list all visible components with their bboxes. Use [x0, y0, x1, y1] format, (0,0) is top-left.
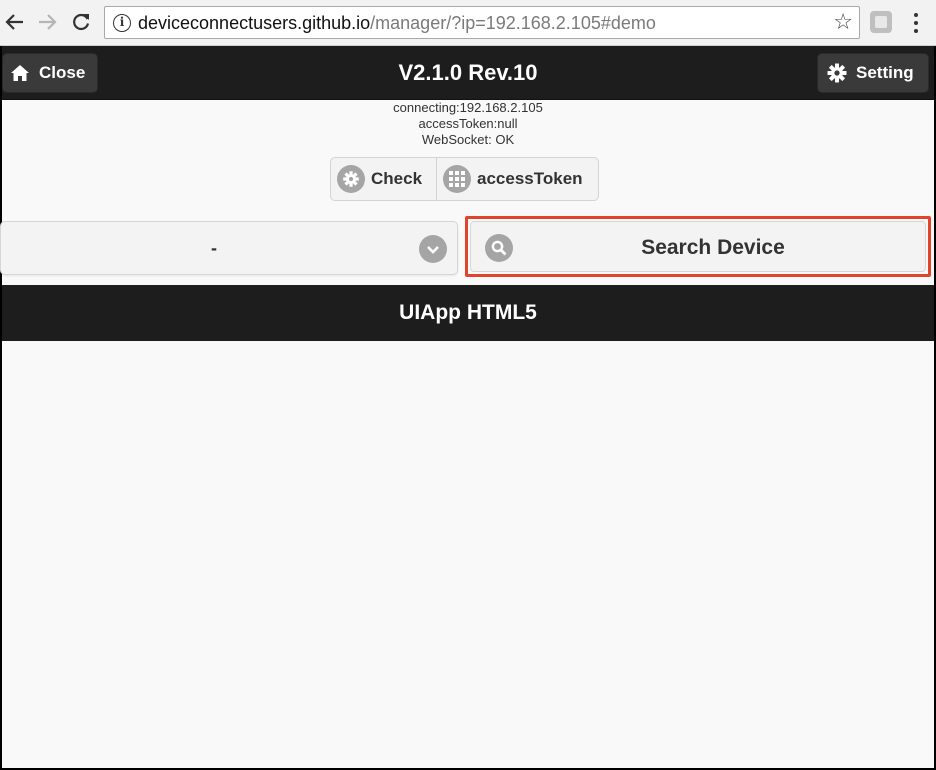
search-device-label: Search Device: [471, 236, 925, 260]
grid-icon: [443, 165, 471, 193]
address-bar[interactable]: i deviceconnectusers.github.io/manager/?…: [104, 6, 860, 39]
setting-label: Setting: [856, 63, 914, 82]
access-token-label: accessToken: [477, 169, 583, 188]
search-device-highlight: Search Device: [465, 216, 931, 277]
reload-icon[interactable]: [68, 9, 94, 35]
url-path: /manager/?ip=192.168.2.105#demo: [370, 13, 656, 33]
control-button-group: Check accessToken: [330, 157, 599, 201]
back-arrow-icon[interactable]: [2, 9, 28, 35]
info-icon[interactable]: i: [113, 14, 131, 32]
device-select-value: -: [211, 238, 217, 258]
bookmark-star-icon[interactable]: ☆: [833, 10, 853, 34]
gear-icon: [337, 165, 365, 193]
main-content: connecting:192.168.2.105 accessToken:nul…: [0, 100, 934, 768]
extension-icon[interactable]: [870, 11, 892, 33]
url-host: deviceconnectusers.github.io: [138, 13, 371, 33]
app-title: V2.1.0 Rev.10: [398, 60, 538, 85]
check-button[interactable]: Check: [331, 158, 437, 200]
setting-button[interactable]: Setting: [817, 53, 929, 93]
browser-toolbar: i deviceconnectusers.github.io/manager/?…: [0, 0, 936, 46]
websocket-text: WebSocket: OK: [421, 132, 515, 147]
access-token-text: accessToken:null: [418, 116, 518, 131]
url-text: deviceconnectusers.github.io/manager/?ip…: [138, 12, 656, 34]
device-select[interactable]: -: [0, 221, 458, 275]
chevron-down-icon: [419, 235, 447, 263]
check-label: Check: [371, 169, 423, 188]
browser-menu-icon[interactable]: [906, 10, 926, 36]
search-device-button[interactable]: Search Device: [470, 221, 926, 272]
app-header: Close V2.1.0 Rev.10 Setting: [2, 46, 934, 100]
search-device-text: Search Device: [641, 236, 785, 259]
connecting-text: connecting:192.168.2.105: [393, 100, 543, 115]
forward-arrow-icon[interactable]: [34, 9, 60, 35]
gear-icon: [826, 62, 848, 84]
connection-status: connecting:192.168.2.105 accessToken:nul…: [2, 100, 934, 148]
access-token-button[interactable]: accessToken: [437, 158, 598, 200]
section-title: UIApp HTML5: [2, 285, 934, 341]
